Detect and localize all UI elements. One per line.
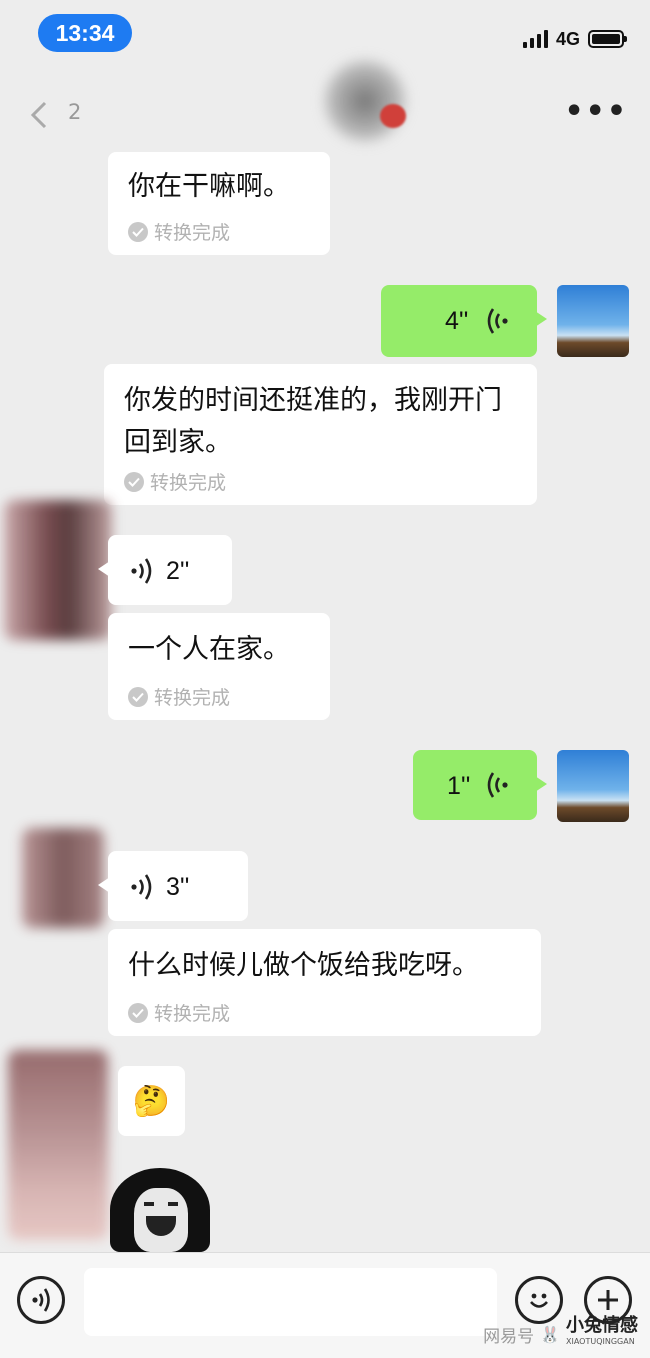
check-icon — [128, 1002, 148, 1023]
message-text: 你发的时间还挺准的，我刚开门回到家。 — [124, 385, 502, 458]
check-icon — [128, 686, 148, 707]
avatar-contact[interactable] — [22, 828, 104, 928]
emoji-icon[interactable] — [515, 1276, 563, 1324]
sticker-eye — [168, 1202, 178, 1206]
voice-message-sent[interactable]: 4'' — [381, 285, 547, 357]
back-chevron-icon[interactable] — [24, 96, 54, 134]
battery-icon — [588, 30, 627, 48]
sticker-eye — [144, 1202, 154, 1206]
voice-duration: 3'' — [166, 873, 190, 901]
text-message[interactable]: 什么时候儿做个饭给我吃呀。 转换完成 — [108, 929, 541, 1036]
voice-wave-icon — [485, 771, 509, 803]
watermark-right: 小兔情感 — [566, 1315, 638, 1336]
voice-message-sent[interactable]: 1'' — [413, 750, 547, 820]
voice-duration: 2'' — [166, 557, 190, 585]
watermark: 网易号 🐰 小兔情感 XIAOTUQINGGAN — [483, 1315, 638, 1350]
message-input[interactable] — [84, 1268, 497, 1336]
watermark-sub: XIAOTUQINGGAN — [566, 1337, 635, 1346]
voice-toggle-icon[interactable] — [17, 1276, 65, 1324]
unread-count: 2 — [68, 100, 82, 124]
avatar-self[interactable] — [557, 750, 629, 822]
avatar-self[interactable] — [557, 285, 629, 357]
laughing-sticker[interactable] — [110, 1168, 210, 1252]
conversion-status: 转换完成 — [128, 218, 230, 245]
message-text: 什么时候儿做个饭给我吃呀。 — [128, 950, 479, 981]
conversion-status: 转换完成 — [128, 683, 230, 710]
voice-message-received[interactable]: 3'' — [98, 851, 248, 921]
conversion-status: 转换完成 — [124, 468, 226, 495]
avatar-contact[interactable] — [4, 500, 112, 640]
voice-duration: 1'' — [447, 772, 471, 800]
watermark-left: 网易号 — [483, 1326, 535, 1347]
text-message[interactable]: 你在干嘛啊。 转换完成 — [108, 152, 330, 255]
voice-wave-icon — [130, 873, 154, 905]
check-icon — [124, 471, 144, 492]
thinking-emoji: 🤔 — [132, 1083, 171, 1119]
status-indicators: 4G — [522, 26, 627, 52]
message-text: 一个人在家。 — [128, 634, 290, 665]
signal-icon — [522, 30, 548, 48]
message-text: 你在干嘛啊。 — [128, 171, 290, 202]
voice-message-received[interactable]: 2'' — [98, 535, 232, 605]
text-message[interactable]: 一个人在家。 转换完成 — [108, 613, 330, 720]
network-label: 4G — [555, 28, 580, 49]
voice-wave-icon — [485, 307, 509, 339]
conversion-status: 转换完成 — [128, 999, 230, 1026]
voice-duration: 4'' — [445, 307, 469, 335]
kiss-emoji-icon — [380, 104, 406, 128]
voice-wave-icon — [130, 557, 154, 589]
rabbit-logo-icon: 🐰 — [540, 1324, 560, 1344]
avatar-contact[interactable] — [8, 1050, 108, 1240]
redacted-title — [320, 56, 410, 146]
emoji-message[interactable]: 🤔 — [118, 1066, 185, 1136]
more-icon[interactable]: ••• — [564, 97, 628, 127]
text-message[interactable]: 你发的时间还挺准的，我刚开门回到家。 转换完成 — [104, 364, 537, 505]
check-icon — [128, 221, 148, 242]
status-time: 13:34 — [38, 14, 132, 52]
